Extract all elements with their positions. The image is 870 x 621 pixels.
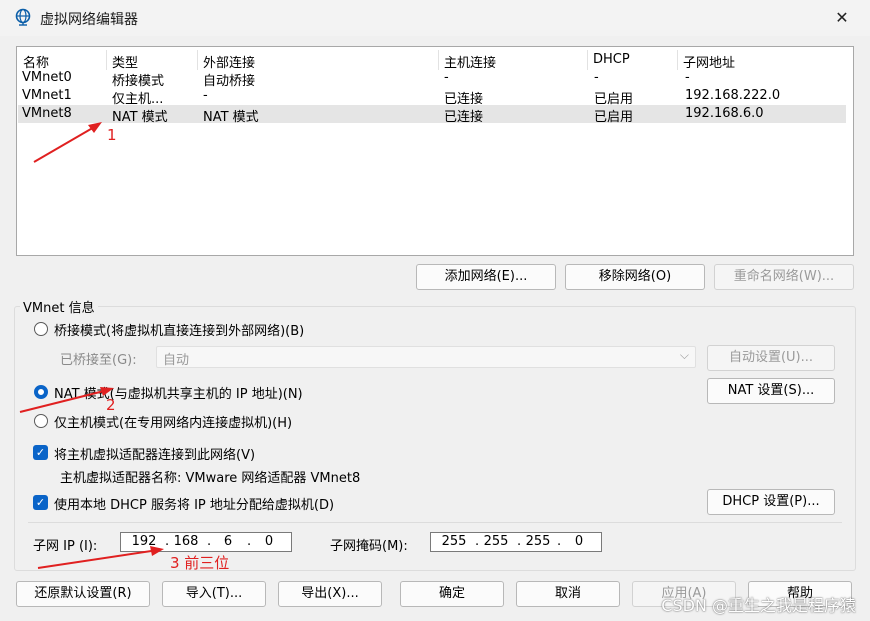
bridge-mode-label[interactable]: 桥接模式(将虚拟机直接连接到外部网络)(B) [54, 320, 304, 339]
network-globe-icon [15, 8, 31, 26]
window-title: 虚拟网络编辑器 [40, 12, 138, 28]
col-header-subnet[interactable]: 子网地址 [683, 52, 735, 71]
restore-defaults-button[interactable]: 还原默认设置(R) [16, 581, 150, 607]
cell-host: 已连接 [444, 110, 484, 125]
annotation-arrow-3 [37, 546, 164, 569]
col-header-external[interactable]: 外部连接 [203, 52, 255, 71]
mask-octet-4: 0 [574, 534, 584, 549]
mask-octet-1: 255 [441, 534, 467, 549]
vmnet-info-label: VMnet 信息 [20, 297, 98, 316]
nat-settings-button[interactable]: NAT 设置(S)... [707, 378, 835, 404]
ip-dot: . [247, 534, 252, 549]
ip-octet-4: 0 [264, 534, 274, 549]
col-header-host[interactable]: 主机连接 [444, 52, 496, 71]
import-button[interactable]: 导入(T)... [162, 581, 266, 607]
watermark: CSDN @重生之我是程序猿 [661, 596, 856, 615]
table-row-vmnet8[interactable]: VMnet8 NAT 模式 NAT 模式 已连接 已启用 192.168.6.0 [18, 105, 846, 125]
annotation-arrow-1 [33, 122, 102, 163]
connect-adapter-label[interactable]: 将主机虚拟适配器连接到此网络(V) [54, 444, 255, 463]
use-dhcp-checkbox[interactable]: ✓ [33, 495, 48, 510]
bridged-to-select[interactable]: 自动 ⌵ [156, 346, 696, 368]
cell-external: NAT 模式 [203, 110, 259, 125]
connect-adapter-checkbox[interactable]: ✓ [33, 445, 48, 460]
table-row-vmnet1[interactable]: VMnet1 仅主机... - 已连接 已启用 192.168.222.0 [18, 87, 846, 107]
cell-host: - [444, 70, 449, 85]
close-button[interactable]: ✕ [828, 6, 856, 30]
host-only-label[interactable]: 仅主机模式(在专用网络内连接虚拟机)(H) [54, 412, 292, 431]
ip-octet-2: 168 [173, 534, 199, 549]
network-list[interactable]: 名称 类型 外部连接 主机连接 DHCP 子网地址 VMnet0 桥接模式 自动… [16, 46, 854, 256]
bridge-mode-radio[interactable] [34, 322, 48, 336]
cancel-button[interactable]: 取消 [516, 581, 620, 607]
subnet-mask-input[interactable]: 255 . 255 . 255 . 0 [430, 532, 602, 552]
use-dhcp-label[interactable]: 使用本地 DHCP 服务将 IP 地址分配给虚拟机(D) [54, 494, 334, 513]
cell-subnet: 192.168.6.0 [685, 106, 764, 121]
cell-dhcp: 已启用 [594, 110, 634, 125]
col-header-dhcp[interactable]: DHCP [593, 52, 630, 70]
cell-type: NAT 模式 [112, 110, 168, 125]
chevron-down-icon: ⌵ [679, 348, 689, 362]
cell-name: VMnet1 [22, 88, 72, 103]
cell-subnet: - [685, 70, 690, 85]
cell-subnet: 192.168.222.0 [685, 88, 781, 103]
remove-network-button[interactable]: 移除网络(O) [565, 264, 705, 290]
mask-octet-3: 255 [525, 534, 551, 549]
table-row-vmnet0[interactable]: VMnet0 桥接模式 自动桥接 - - - [18, 69, 846, 89]
annotation-3: 3 前三位 [170, 554, 230, 572]
col-header-type[interactable]: 类型 [112, 52, 138, 71]
rename-network-button[interactable]: 重命名网络(W)... [714, 264, 854, 290]
cell-external: - [203, 88, 208, 103]
auto-settings-button[interactable]: 自动设置(U)... [707, 345, 835, 371]
ip-octet-3: 6 [223, 534, 233, 549]
cell-name: VMnet0 [22, 70, 72, 85]
host-only-radio[interactable] [34, 414, 48, 428]
cell-dhcp: - [594, 70, 599, 85]
title-bar: 虚拟网络编辑器 ✕ [0, 0, 870, 36]
adapter-name-text: 主机虚拟适配器名称: VMware 网络适配器 VMnet8 [60, 471, 361, 486]
add-network-button[interactable]: 添加网络(E)... [416, 264, 556, 290]
export-button[interactable]: 导出(X)... [278, 581, 382, 607]
subnet-mask-label: 子网掩码(M): [330, 539, 408, 554]
ok-button[interactable]: 确定 [400, 581, 504, 607]
col-header-name[interactable]: 名称 [23, 52, 49, 71]
bridged-to-label: 已桥接至(G): [60, 353, 137, 368]
divider [28, 522, 842, 523]
bridged-to-value: 自动 [163, 353, 190, 368]
mask-dot: . [557, 534, 562, 549]
annotation-1: 1 [107, 126, 117, 144]
mask-octet-2: 255 [483, 534, 509, 549]
dhcp-settings-button[interactable]: DHCP 设置(P)... [707, 489, 835, 515]
